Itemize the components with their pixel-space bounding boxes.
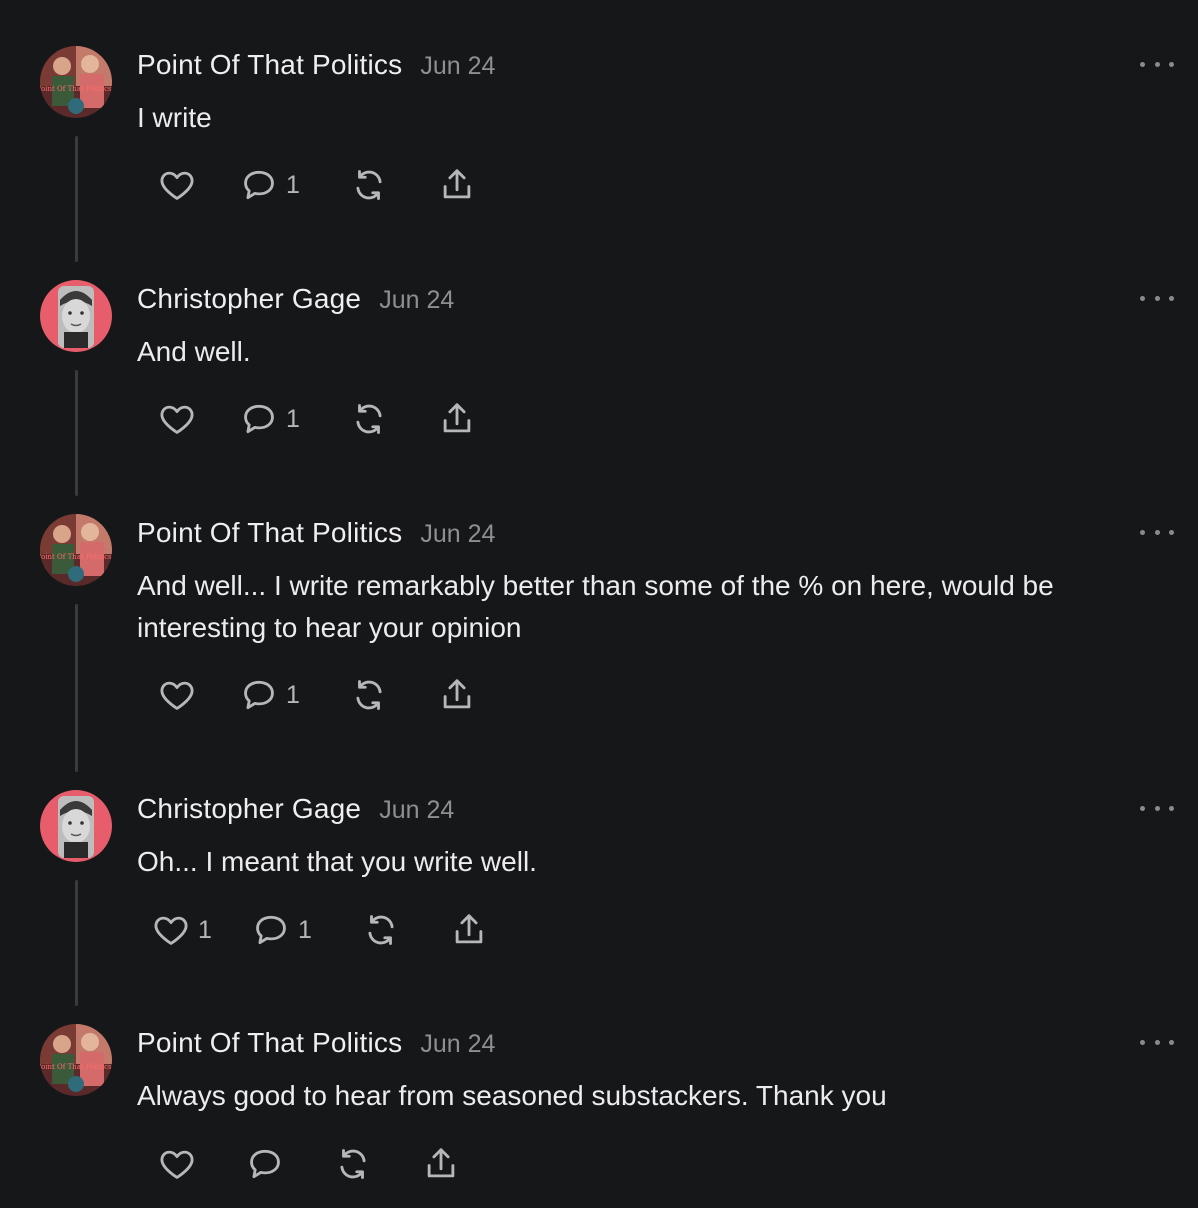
reply-button[interactable]: 1 <box>252 908 312 952</box>
more-options-icon[interactable] <box>1140 798 1174 818</box>
more-options-icon[interactable] <box>1140 288 1174 308</box>
comment-author[interactable]: Christopher Gage <box>137 283 361 314</box>
comment-author[interactable]: Point Of That Politics <box>137 1027 402 1058</box>
reply-count: 1 <box>286 680 300 709</box>
share-button[interactable] <box>422 1142 460 1186</box>
more-options-icon[interactable] <box>1140 54 1174 74</box>
reply-count: 1 <box>286 170 300 199</box>
avatar[interactable] <box>40 280 112 352</box>
share-icon <box>443 679 471 709</box>
comment-actions: 1 <box>0 673 700 717</box>
share-icon <box>427 1148 455 1178</box>
comment-date[interactable]: Jun 24 <box>420 1030 495 1058</box>
avatar-logo-text: Point Of That Politics? <box>40 85 112 93</box>
more-options-icon[interactable] <box>1140 1032 1174 1052</box>
share-icon <box>443 169 471 199</box>
restack-button[interactable] <box>350 163 388 207</box>
comment-bubble-icon <box>244 680 274 710</box>
reply-count: 1 <box>298 915 312 944</box>
comment-bubble-icon <box>244 404 274 434</box>
share-button[interactable] <box>438 397 476 441</box>
heart-icon <box>160 1150 194 1179</box>
comment-bubble-icon <box>256 915 286 945</box>
avatar[interactable]: Point Of That Politics? <box>40 46 112 118</box>
reply-button[interactable]: 1 <box>240 163 300 207</box>
comment-body: And well... I write remarkably better th… <box>137 570 1054 643</box>
comment-date[interactable]: Jun 24 <box>420 52 495 80</box>
like-button[interactable] <box>158 1142 196 1186</box>
like-button[interactable]: 1 <box>152 908 212 952</box>
comment-actions <box>0 1142 700 1186</box>
share-button[interactable] <box>438 163 476 207</box>
reply-button[interactable] <box>246 1142 284 1186</box>
restack-button[interactable] <box>350 397 388 441</box>
avatar-logo-text: Point Of That Politics? <box>40 553 112 561</box>
restack-icon <box>340 1149 366 1179</box>
share-button[interactable] <box>450 908 488 952</box>
comment-actions: 1 <box>0 163 700 207</box>
comment-bubble-icon <box>250 1149 280 1179</box>
reply-count: 1 <box>286 404 300 433</box>
comment-date[interactable]: Jun 24 <box>420 520 495 548</box>
comment-thread: Point Of That Politics? Point Of That Po… <box>0 0 1198 1208</box>
comment-body: Always good to hear from seasoned substa… <box>137 1080 887 1111</box>
comment-body: Oh... I meant that you write well. <box>137 846 537 877</box>
like-button[interactable] <box>158 397 204 441</box>
share-icon <box>443 403 471 433</box>
reply-button[interactable]: 1 <box>240 673 300 717</box>
heart-icon <box>160 405 194 434</box>
heart-icon <box>160 171 194 200</box>
comment-date[interactable]: Jun 24 <box>379 286 454 314</box>
comment-body: And well. <box>137 336 251 367</box>
heart-icon <box>154 916 188 945</box>
restack-icon <box>368 915 394 945</box>
comment-author[interactable]: Point Of That Politics <box>137 517 402 548</box>
share-button[interactable] <box>438 673 476 717</box>
restack-icon <box>356 170 382 200</box>
avatar[interactable] <box>40 790 112 862</box>
comment-actions: 1 <box>0 397 700 441</box>
avatar[interactable]: Point Of That Politics? <box>40 1024 112 1096</box>
like-count: 1 <box>198 915 212 944</box>
comment-body: I write <box>137 102 212 133</box>
comment-actions: 1 1 <box>0 908 700 952</box>
restack-icon <box>356 404 382 434</box>
share-icon <box>455 914 483 944</box>
comment-author[interactable]: Christopher Gage <box>137 793 361 824</box>
comment-bubble-icon <box>244 170 274 200</box>
like-button[interactable] <box>158 163 204 207</box>
avatar[interactable]: Point Of That Politics? <box>40 514 112 586</box>
restack-button[interactable] <box>362 908 400 952</box>
comment-date[interactable]: Jun 24 <box>379 796 454 824</box>
more-options-icon[interactable] <box>1140 522 1174 542</box>
restack-icon <box>356 680 382 710</box>
like-button[interactable] <box>158 673 204 717</box>
avatar-logo-text: Point Of That Politics? <box>40 1063 112 1071</box>
restack-button[interactable] <box>350 673 388 717</box>
heart-icon <box>160 681 194 710</box>
comment-author[interactable]: Point Of That Politics <box>137 49 402 80</box>
restack-button[interactable] <box>334 1142 372 1186</box>
reply-button[interactable]: 1 <box>240 397 300 441</box>
